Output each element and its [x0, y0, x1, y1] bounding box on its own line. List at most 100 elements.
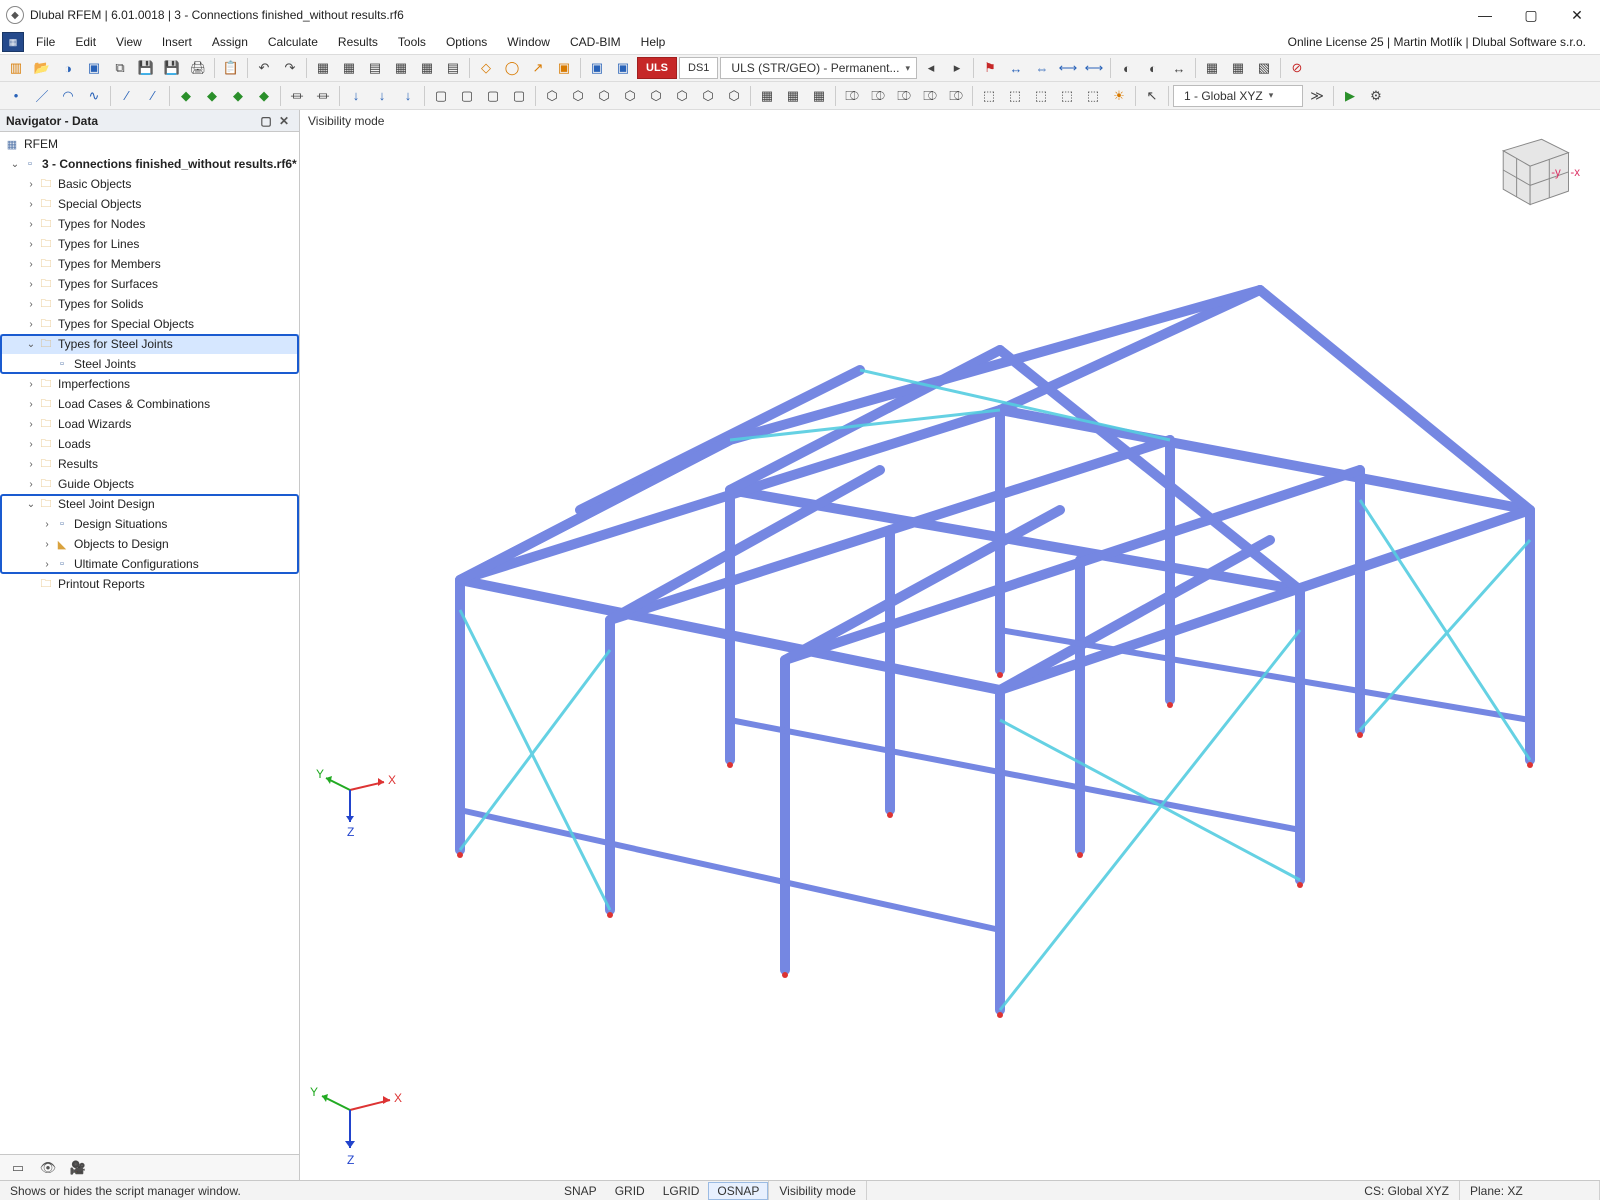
expand-icon[interactable]: ⌄: [24, 499, 38, 510]
menu-file[interactable]: File: [26, 32, 65, 52]
mesh-1-icon[interactable]: ▦: [755, 85, 779, 107]
expand-icon[interactable]: ›: [40, 539, 54, 550]
status-grid[interactable]: GRID: [606, 1182, 654, 1200]
calc-5-icon[interactable]: ⎄: [944, 85, 968, 107]
maximize-button[interactable]: ▢: [1508, 0, 1554, 30]
view-3-icon[interactable]: ⬚: [1029, 85, 1053, 107]
render-3-icon[interactable]: ▧: [1252, 57, 1276, 79]
view-5-icon[interactable]: ⬚: [1081, 85, 1105, 107]
expand-icon[interactable]: ⌄: [8, 159, 22, 170]
menu-assign[interactable]: Assign: [202, 32, 258, 52]
solid-1-icon[interactable]: ▢: [429, 85, 453, 107]
display-1-icon[interactable]: ▣: [585, 57, 609, 79]
node-icon[interactable]: •: [4, 85, 28, 107]
calc-4-icon[interactable]: ⎄: [918, 85, 942, 107]
tree-item-a7[interactable]: ›🗀Types for Special Objects: [0, 314, 299, 334]
panel-close-icon[interactable]: ✕: [275, 114, 293, 128]
ds-label[interactable]: DS1: [679, 57, 718, 79]
render-2-icon[interactable]: ▦: [1226, 57, 1250, 79]
extras-4-icon[interactable]: ⬡: [618, 85, 642, 107]
tree-types-steel-joints[interactable]: ⌄ 🗀 Types for Steel Joints: [0, 334, 299, 354]
load-3-icon[interactable]: ↓: [396, 85, 420, 107]
expand-icon[interactable]: ›: [24, 439, 38, 450]
tree-item-b1[interactable]: ›🗀Load Cases & Combinations: [0, 394, 299, 414]
menu-options[interactable]: Options: [436, 32, 497, 52]
surface-2-icon[interactable]: ◆: [200, 85, 224, 107]
sun-icon[interactable]: ☀: [1107, 85, 1131, 107]
undo-icon[interactable]: ↶: [252, 57, 276, 79]
menu-edit[interactable]: Edit: [65, 32, 106, 52]
solid-4-icon[interactable]: ▢: [507, 85, 531, 107]
extras-7-icon[interactable]: ⬡: [696, 85, 720, 107]
select-poly-icon[interactable]: ◇: [474, 57, 498, 79]
expand-icon[interactable]: ›: [24, 419, 38, 430]
support-1-icon[interactable]: ⏛: [285, 85, 309, 107]
close-button[interactable]: ✕: [1554, 0, 1600, 30]
tree-steel-joints-child[interactable]: ▫ Steel Joints: [0, 354, 299, 374]
table-1-icon[interactable]: ▦: [311, 57, 335, 79]
menu-view[interactable]: View: [106, 32, 152, 52]
settings-icon[interactable]: ⚙: [1364, 85, 1388, 107]
extras-8-icon[interactable]: ⬡: [722, 85, 746, 107]
load-2-icon[interactable]: ↓: [370, 85, 394, 107]
menu-insert[interactable]: Insert: [152, 32, 202, 52]
menu-tools[interactable]: Tools: [388, 32, 436, 52]
load-1-icon[interactable]: ↓: [344, 85, 368, 107]
extras-3-icon[interactable]: ⬡: [592, 85, 616, 107]
extras-1-icon[interactable]: ⬡: [540, 85, 564, 107]
calc-2-icon[interactable]: ⎄: [866, 85, 890, 107]
dim-xxx-icon[interactable]: ⇔: [1030, 57, 1054, 79]
app-menu-icon[interactable]: ▦: [2, 32, 24, 52]
new-model-icon[interactable]: ▥: [4, 57, 28, 79]
expand-icon[interactable]: ›: [24, 239, 38, 250]
play-icon[interactable]: ▶: [1338, 85, 1362, 107]
table-5-icon[interactable]: ▦: [415, 57, 439, 79]
menu-calculate[interactable]: Calculate: [258, 32, 328, 52]
expand-icon[interactable]: ›: [40, 559, 54, 570]
surface-4-icon[interactable]: ◆: [252, 85, 276, 107]
tree-item-a0[interactable]: ›🗀Basic Objects: [0, 174, 299, 194]
table-3-icon[interactable]: ▤: [363, 57, 387, 79]
menu-results[interactable]: Results: [328, 32, 388, 52]
status-osnap[interactable]: OSNAP: [708, 1182, 768, 1200]
expand-icon[interactable]: ›: [24, 399, 38, 410]
view-2-icon[interactable]: ⬚: [1003, 85, 1027, 107]
tree-item-a5[interactable]: ›🗀Types for Surfaces: [0, 274, 299, 294]
surface-3-icon[interactable]: ◆: [226, 85, 250, 107]
tree-item-b3[interactable]: ›🗀Loads: [0, 434, 299, 454]
mesh-3-icon[interactable]: ▦: [807, 85, 831, 107]
refresh-icon[interactable]: ◑: [56, 57, 80, 79]
tree-item-b5[interactable]: ›🗀Guide Objects: [0, 474, 299, 494]
expand-icon[interactable]: ›: [24, 259, 38, 270]
arc-icon[interactable]: ◠: [56, 85, 80, 107]
tree-model[interactable]: ⌄ ▫ 3 - Connections finished_without res…: [0, 154, 299, 174]
extras-6-icon[interactable]: ⬡: [670, 85, 694, 107]
redo-icon[interactable]: ↷: [278, 57, 302, 79]
menu-window[interactable]: Window: [497, 32, 560, 52]
menu-help[interactable]: Help: [631, 32, 676, 52]
calc-3-icon[interactable]: ⎄: [892, 85, 916, 107]
navigator-tree[interactable]: ▦ RFEM ⌄ ▫ 3 - Connections finished_with…: [0, 132, 299, 1154]
panel-dock-icon[interactable]: ▢: [257, 114, 275, 128]
spline-icon[interactable]: ∿: [82, 85, 106, 107]
status-snap[interactable]: SNAP: [555, 1182, 606, 1200]
tree-item-a2[interactable]: ›🗀Types for Nodes: [0, 214, 299, 234]
flag-icon[interactable]: ⚑: [978, 57, 1002, 79]
tree-objects-to-design[interactable]: › ◣ Objects to Design: [0, 534, 299, 554]
view-1-icon[interactable]: ⬚: [977, 85, 1001, 107]
dim-b-icon[interactable]: ⟷: [1082, 57, 1106, 79]
view-4-icon[interactable]: ⬚: [1055, 85, 1079, 107]
surface-1-icon[interactable]: ◆: [174, 85, 198, 107]
cs-next-icon[interactable]: ≫: [1305, 85, 1329, 107]
calc-1-icon[interactable]: ⎄: [840, 85, 864, 107]
expand-icon[interactable]: ›: [40, 519, 54, 530]
save-all-icon[interactable]: 💾: [160, 57, 184, 79]
member-1-icon[interactable]: ∕: [115, 85, 139, 107]
render-1-icon[interactable]: ▦: [1200, 57, 1224, 79]
cs-dropdown[interactable]: 1 - Global XYZ ▾: [1173, 85, 1303, 107]
table-2-icon[interactable]: ▦: [337, 57, 361, 79]
tree-item-b0[interactable]: ›🗀Imperfections: [0, 374, 299, 394]
expand-icon[interactable]: ⌄: [24, 339, 38, 350]
tree-item-b2[interactable]: ›🗀Load Wizards: [0, 414, 299, 434]
expand-icon[interactable]: ›: [24, 299, 38, 310]
